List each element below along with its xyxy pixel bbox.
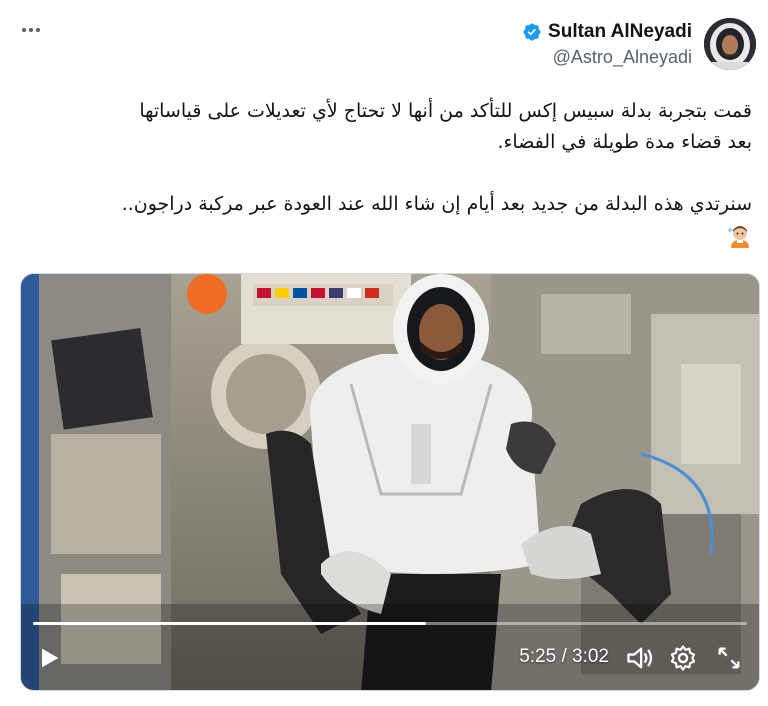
verified-badge-icon <box>523 22 541 41</box>
video-controls: 5:25 / 3:02 <box>21 636 759 682</box>
man-astronaut-emoji <box>728 225 749 248</box>
more-horizontal-icon <box>22 28 26 32</box>
play-icon[interactable] <box>35 644 63 672</box>
avatar[interactable] <box>704 18 756 70</box>
astronaut-avatar <box>704 18 756 70</box>
video-player[interactable]: 5:25 / 3:02 <box>20 273 760 691</box>
video-frame <box>21 274 759 690</box>
tweet-text-line: بعد قضاء مدة طويلة في الفضاء. <box>497 131 752 153</box>
video-time: 5:25 / 3:02 <box>519 646 609 667</box>
volume-icon[interactable] <box>625 644 655 672</box>
more-options-button[interactable] <box>18 20 44 40</box>
author-names: Sultan AlNeyadi @Astro_Alneyadi <box>522 21 692 68</box>
tweet-header: Sultan AlNeyadi @Astro_Alneyadi <box>522 18 756 70</box>
fullscreen-icon[interactable] <box>715 644 743 672</box>
video-progress-fill <box>33 622 426 625</box>
author-handle[interactable]: @Astro_Alneyadi <box>522 47 692 68</box>
gear-icon[interactable] <box>669 644 697 672</box>
author-display-name[interactable]: Sultan AlNeyadi <box>548 21 692 43</box>
tweet-text-line: سنرتدي هذه البدلة من جديد بعد أيام إن شا… <box>121 193 752 215</box>
tweet-text-line: قمت بتجربة بدلة سبيس إكس للتأكد من أنها … <box>139 100 752 122</box>
tweet-body: قمت بتجربة بدلة سبيس إكس للتأكد من أنها … <box>16 96 752 251</box>
video-progress-bar[interactable] <box>33 622 747 625</box>
